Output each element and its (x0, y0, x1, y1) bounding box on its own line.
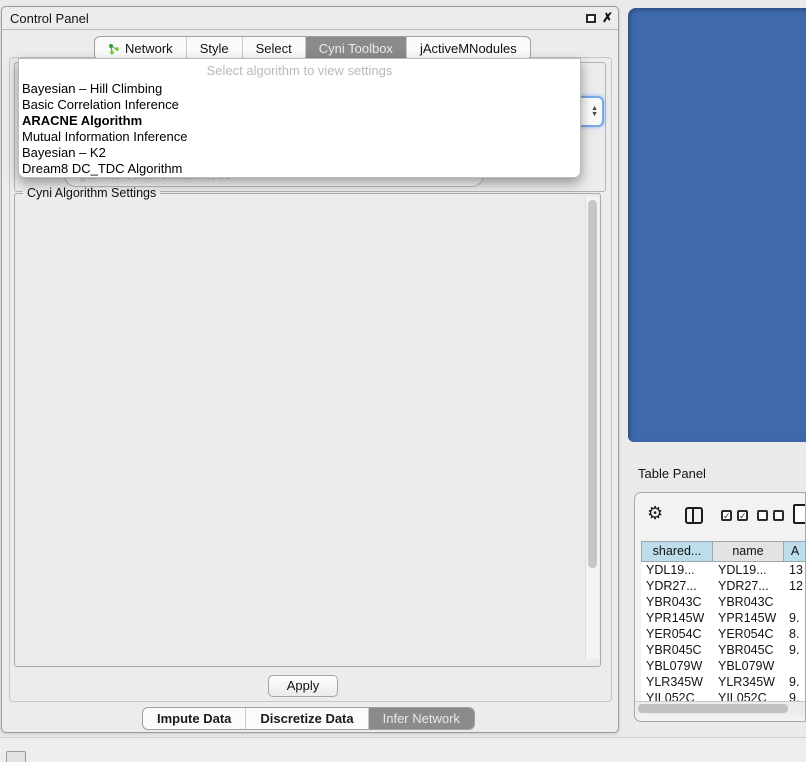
table-rows: YDL19...YDL19...13 YDR27...YDR27...12 YB… (641, 562, 806, 702)
table-row[interactable]: YBR045CYBR045C9. (641, 642, 806, 658)
tab-impute-data[interactable]: Impute Data (143, 708, 245, 729)
cyni-algorithm-settings-group: Cyni Algorithm Settings (14, 193, 601, 667)
gear-icon[interactable]: ⚙ (647, 503, 663, 524)
dropdown-prompt: Select algorithm to view settings (19, 59, 580, 81)
tab-cyni-toolbox[interactable]: Cyni Toolbox (305, 37, 406, 60)
stepper-arrows-icon: ▲▼ (591, 106, 598, 118)
table-header-row: shared... name A (641, 541, 806, 562)
table-row[interactable]: YER054CYER054C8. (641, 626, 806, 642)
column-header-partial[interactable]: A (784, 541, 806, 562)
tab-style[interactable]: Style (186, 37, 242, 60)
tab-infer-network[interactable]: Infer Network (368, 708, 474, 729)
algorithm-option[interactable]: Bayesian – Hill Climbing (19, 81, 580, 97)
table-row[interactable]: YDR27...YDR27...12 (641, 578, 806, 594)
table-row[interactable]: YDL19...YDL19...13 (641, 562, 806, 578)
table-row[interactable]: YPR145WYPR145W9. (641, 610, 806, 626)
tab-jactivemnodules[interactable]: jActiveMNodules (406, 37, 530, 60)
table-panel-window: ⚙ ✓ ✓ shared... name A YDL19...YDL19...1… (634, 492, 806, 722)
algorithm-option[interactable]: Mutual Information Inference (19, 129, 580, 145)
scrollbar-thumb[interactable] (638, 704, 788, 713)
algorithm-option[interactable]: Basic Correlation Inference (19, 97, 580, 113)
table-row[interactable]: YBL079WYBL079W (641, 658, 806, 674)
settings-group-title: Cyni Algorithm Settings (23, 186, 160, 200)
table-row[interactable]: YLR345WYLR345W9. (641, 674, 806, 690)
deselect-all-checkbox-icon[interactable] (757, 510, 768, 521)
algorithm-option[interactable]: Dream8 DC_TDC Algorithm (19, 161, 580, 177)
column-header-name[interactable]: name (713, 541, 784, 562)
window-title: Control Panel (10, 11, 89, 26)
minimized-panel-button[interactable] (6, 751, 26, 762)
tab-network-label: Network (125, 37, 173, 60)
network-icon (108, 43, 120, 55)
table-horizontal-scrollbar[interactable] (635, 701, 806, 715)
algorithm-option-selected[interactable]: ARACNE Algorithm (19, 113, 580, 129)
table-row[interactable]: YBR043CYBR043C (641, 594, 806, 610)
tab-discretize-data[interactable]: Discretize Data (245, 708, 367, 729)
deselect-all-checkbox-icon[interactable] (773, 510, 784, 521)
select-all-checkbox-icon[interactable]: ✓ (737, 510, 748, 521)
bottom-divider-strip (0, 737, 806, 762)
network-view-frame: GAL GAL80 GAL10 GAL1 GAL11 SWI4 GAL4 GCY… (628, 8, 806, 442)
table-toolbar: ⚙ ✓ ✓ (635, 493, 805, 540)
table-panel-title: Table Panel (638, 466, 706, 481)
algorithm-option[interactable]: Bayesian – K2 (19, 145, 580, 161)
control-panel-window: Control Panel ✗ Network Style Select Cyn… (1, 6, 619, 733)
close-icon[interactable]: ✗ (602, 10, 613, 26)
float-window-icon[interactable] (586, 14, 596, 23)
control-panel-titlebar: Control Panel ✗ (2, 7, 618, 30)
split-columns-icon[interactable] (685, 507, 703, 524)
scrollbar-thumb[interactable] (588, 200, 597, 568)
column-header-shared-name[interactable]: shared... (641, 541, 713, 562)
settings-vertical-scrollbar[interactable] (585, 197, 599, 659)
export-table-icon[interactable] (793, 504, 806, 524)
bottom-tabstrip: Impute Data Discretize Data Infer Networ… (142, 707, 475, 730)
select-all-checkbox-icon[interactable]: ✓ (721, 510, 732, 521)
tab-network[interactable]: Network (95, 37, 186, 60)
tab-select[interactable]: Select (242, 37, 305, 60)
algorithm-dropdown-popup: Select algorithm to view settings Bayesi… (18, 58, 581, 178)
apply-button[interactable]: Apply (268, 675, 338, 697)
